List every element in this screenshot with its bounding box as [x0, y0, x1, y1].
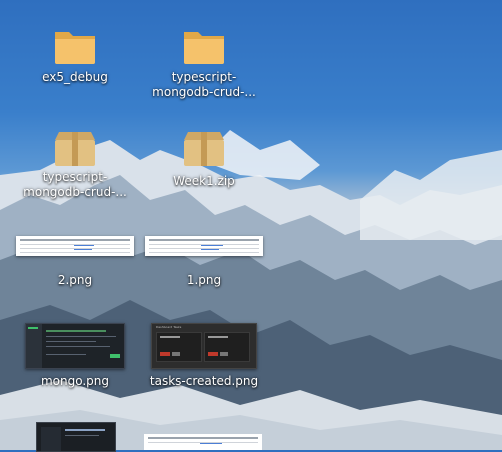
desktop-icon-label: 1.png	[186, 273, 222, 287]
partial-image-thumbnail[interactable]	[36, 422, 116, 452]
desktop-icon-label: ex5_debug	[42, 70, 108, 84]
desktop-icon-label: tasks-created.png	[149, 374, 259, 388]
desktop-icon-ex5-debug[interactable]: ex5_debug	[15, 26, 135, 85]
desktop-icon-label: 2.png	[57, 273, 93, 287]
desktop-icon-mongo-png[interactable]: mongo.png	[15, 323, 135, 389]
desktop-icon-label: typescript- mongodb-crud-...	[152, 70, 256, 99]
image-thumbnail: Dashboard Tasks	[151, 323, 257, 369]
desktop-icon-label: mongo.png	[40, 374, 110, 388]
desktop-icon-label: Week1.zip	[173, 174, 235, 188]
desktop-icon-week1-zip[interactable]: Week1.zip	[144, 128, 264, 189]
image-thumbnail	[145, 236, 263, 256]
desktop-icon-typescript-folder[interactable]: typescript- mongodb-crud-...	[144, 26, 264, 100]
thumbnail-title: Dashboard Tasks	[156, 325, 182, 329]
desktop-icon-1-png[interactable]: 1.png	[144, 236, 264, 288]
desktop-icon-tasks-created-png[interactable]: Dashboard Tasks tasks-created.png	[144, 323, 264, 389]
folder-icon	[184, 32, 224, 64]
archive-icon	[184, 132, 224, 166]
folder-icon	[55, 32, 95, 64]
desktop-icon-2-png[interactable]: 2.png	[15, 236, 135, 288]
desktop-icon-typescript-archive[interactable]: typescript- mongodb-crud-...	[15, 128, 135, 200]
image-thumbnail	[25, 323, 125, 369]
desktop-icon-label: typescript- mongodb-crud-...	[23, 170, 127, 199]
image-thumbnail	[16, 236, 134, 256]
archive-icon	[55, 132, 95, 166]
partial-image-thumbnail[interactable]	[144, 434, 262, 450]
